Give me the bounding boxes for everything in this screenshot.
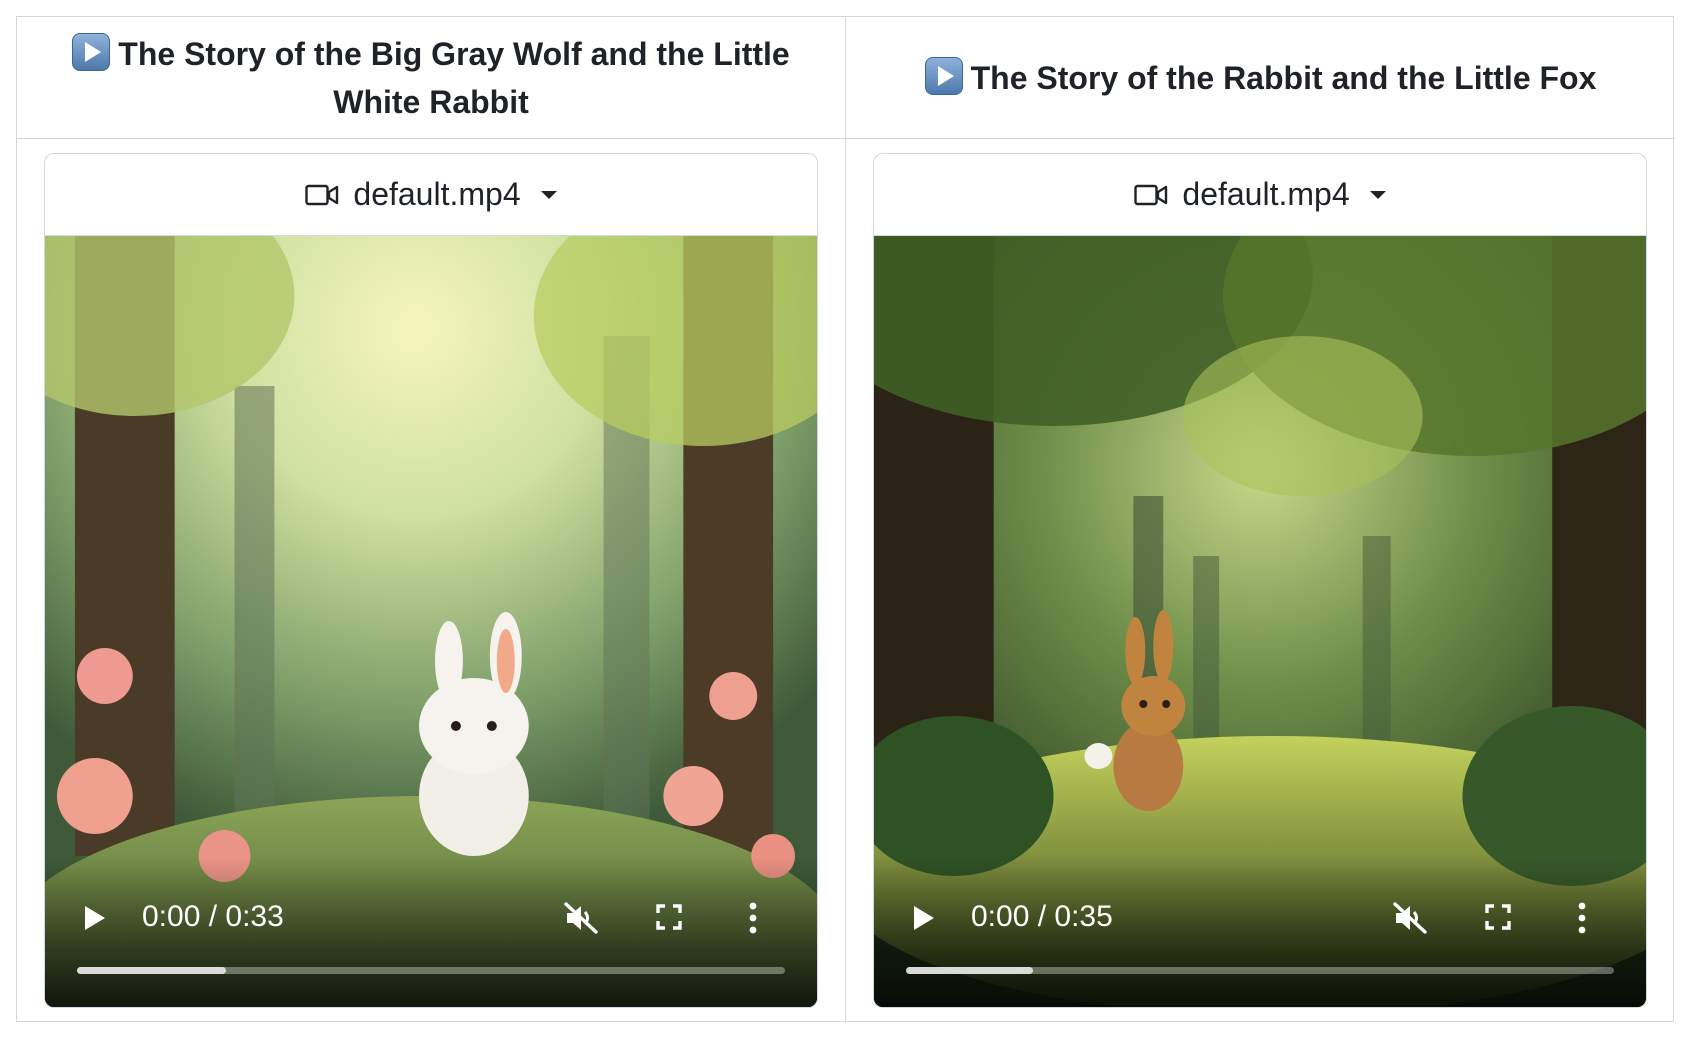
more-vertical-icon[interactable] bbox=[1578, 902, 1586, 934]
progress-bar[interactable] bbox=[77, 967, 785, 974]
video-camera-icon bbox=[305, 184, 339, 206]
video-player[interactable]: 0:00 / 0:35 bbox=[874, 236, 1646, 1007]
table-header-cell: The Story of the Big Gray Wolf and the L… bbox=[17, 17, 846, 139]
play-button-emoji-icon bbox=[72, 32, 111, 71]
caret-down-icon[interactable] bbox=[1369, 190, 1386, 199]
video-title: The Story of the Rabbit and the Little F… bbox=[924, 54, 1596, 102]
file-name: default.mp4 bbox=[1182, 176, 1350, 212]
caret-down-icon[interactable] bbox=[540, 190, 557, 199]
video-card: default.mp4 bbox=[44, 153, 818, 1008]
file-selector[interactable]: default.mp4 bbox=[45, 154, 817, 236]
play-button-emoji-icon bbox=[924, 56, 963, 95]
table-cell: default.mp4 bbox=[846, 139, 1675, 1023]
video-card: default.mp4 bbox=[873, 153, 1647, 1008]
progress-bar[interactable] bbox=[906, 967, 1614, 974]
fullscreen-icon[interactable] bbox=[655, 903, 683, 931]
fullscreen-icon[interactable] bbox=[1484, 903, 1512, 931]
video-title: The Story of the Big Gray Wolf and the L… bbox=[57, 30, 805, 126]
more-vertical-icon[interactable] bbox=[749, 902, 757, 934]
progress-buffered bbox=[906, 967, 1034, 974]
time-display: 0:00 / 0:35 bbox=[971, 900, 1113, 933]
progress-buffered bbox=[77, 967, 226, 974]
muted-speaker-icon[interactable] bbox=[563, 901, 599, 935]
file-name: default.mp4 bbox=[353, 176, 521, 212]
muted-speaker-icon[interactable] bbox=[1392, 901, 1428, 935]
video-player[interactable]: 0:00 / 0:33 bbox=[45, 236, 817, 1007]
video-controls: 0:00 / 0:33 bbox=[45, 887, 817, 1007]
time-display: 0:00 / 0:33 bbox=[142, 900, 284, 933]
video-controls: 0:00 / 0:35 bbox=[874, 887, 1646, 1007]
file-selector[interactable]: default.mp4 bbox=[874, 154, 1646, 236]
videos-table: The Story of the Big Gray Wolf and the L… bbox=[16, 16, 1675, 1023]
play-icon[interactable] bbox=[85, 905, 109, 931]
play-icon[interactable] bbox=[914, 905, 938, 931]
video-camera-icon bbox=[1134, 184, 1168, 206]
table-header-cell: The Story of the Rabbit and the Little F… bbox=[846, 17, 1675, 139]
table-cell: default.mp4 bbox=[17, 139, 846, 1023]
